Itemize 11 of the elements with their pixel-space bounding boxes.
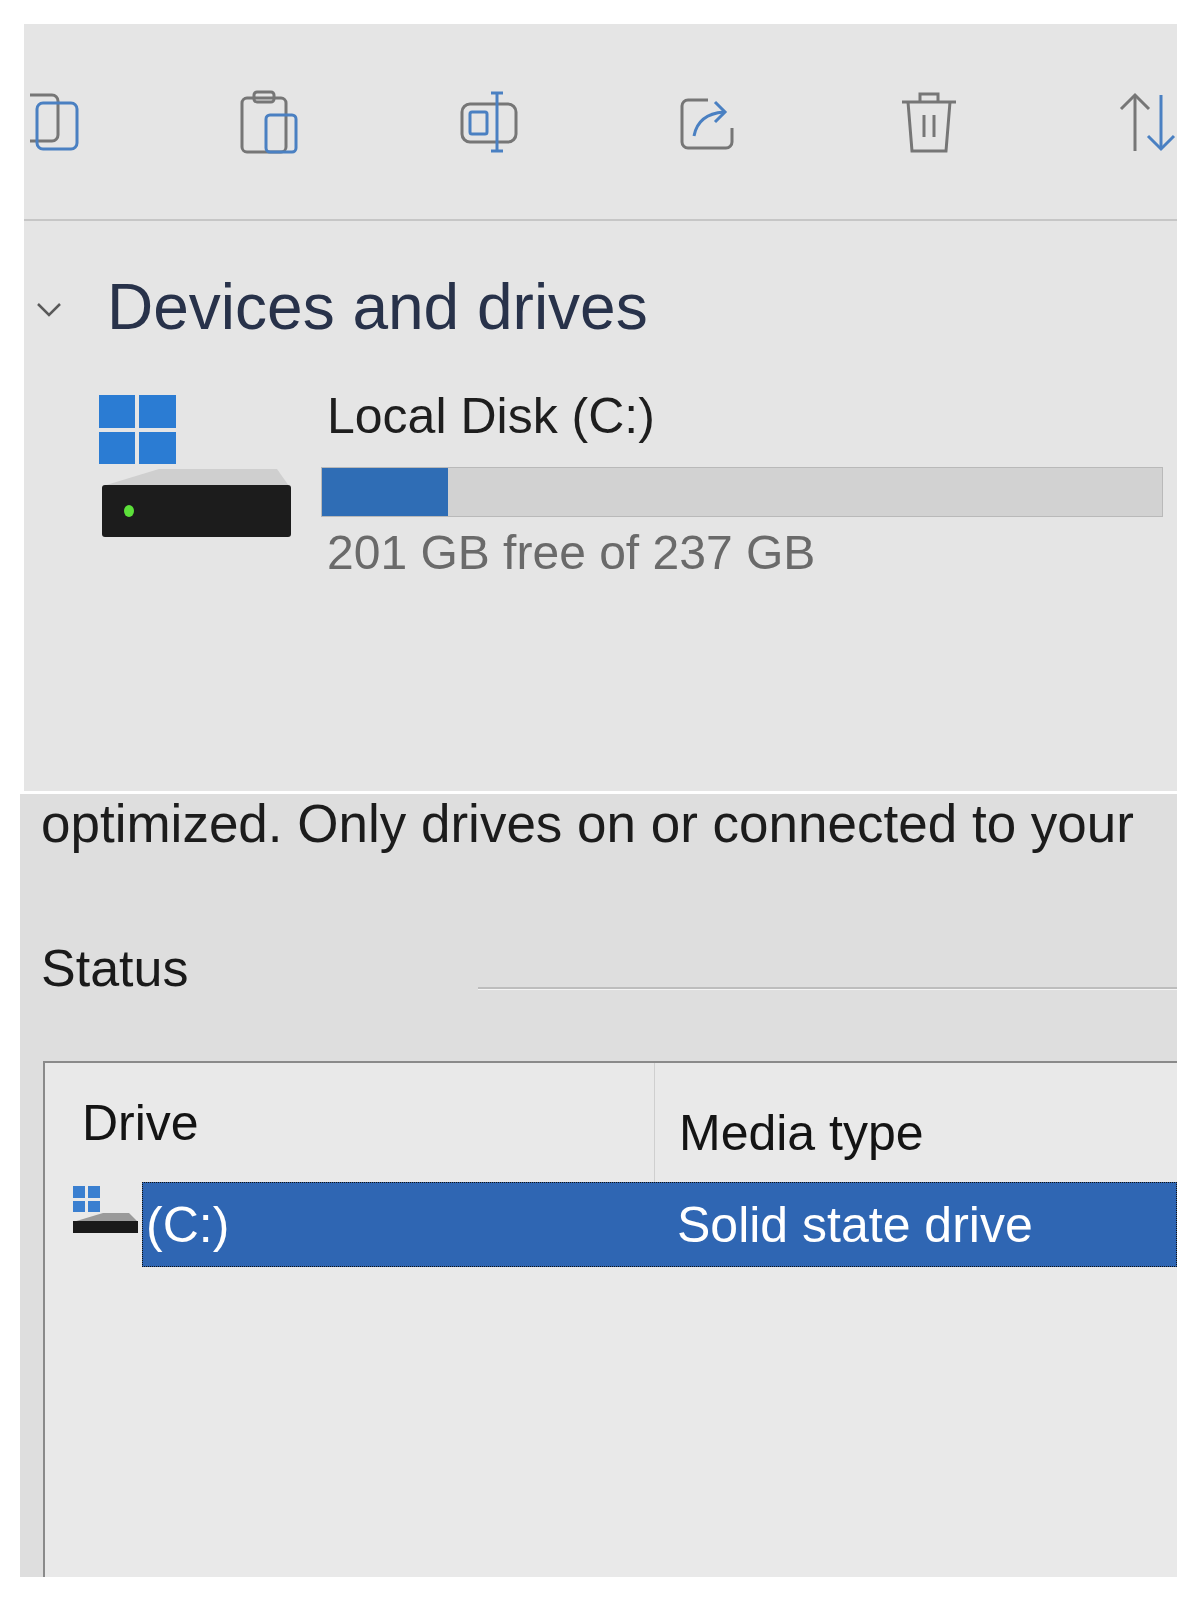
drive-name[interactable]: Local Disk (C:)	[327, 386, 655, 446]
chevron-down-icon[interactable]	[36, 302, 62, 318]
group-heading: Devices and drives	[107, 270, 648, 345]
group-label: Status	[41, 938, 189, 999]
column-header[interactable]: Media type	[655, 1063, 1177, 1182]
storage-reading: 201 GB free of 237 GB	[327, 525, 816, 581]
description-text: optimized. Only drives on or connected to your	[40, 794, 1134, 854]
drive-icon	[99, 395, 291, 537]
table-cell-text: Solid state drive	[676, 1195, 1033, 1255]
table-row[interactable]: (C:) Solid state drive	[142, 1182, 1177, 1267]
table-cell-text: (C:)	[145, 1195, 231, 1255]
